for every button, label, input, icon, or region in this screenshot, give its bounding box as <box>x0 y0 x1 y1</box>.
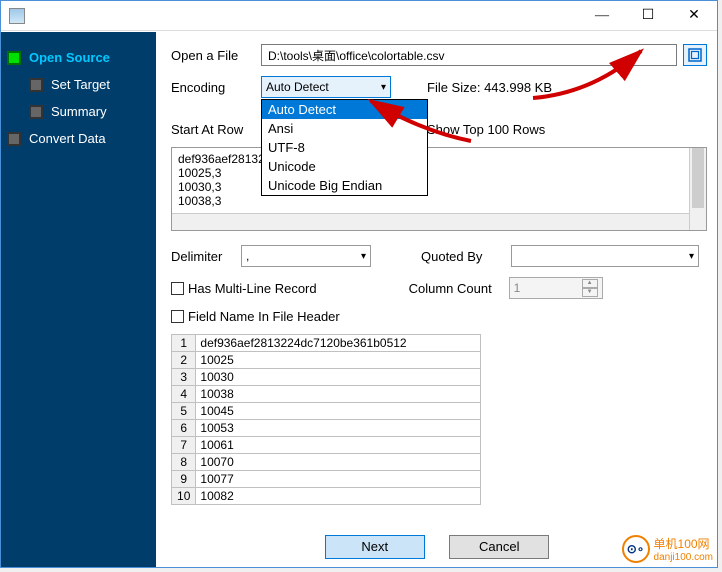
table-row[interactable]: 810070 <box>172 454 481 471</box>
open-file-label: Open a File <box>171 48 261 63</box>
delimiter-combo[interactable]: ,▾ <box>241 245 371 267</box>
table-row[interactable]: 1def936aef2813224dc7120be361b0512 <box>172 335 481 352</box>
column-count-label: Column Count <box>409 281 509 296</box>
nav-set-target[interactable]: Set Target <box>1 71 156 98</box>
cell[interactable]: 10077 <box>196 471 481 488</box>
watermark-logo-icon: ⊙∘ <box>622 535 650 563</box>
browse-button[interactable] <box>683 44 707 66</box>
cell[interactable]: 10025 <box>196 352 481 369</box>
wizard-sidebar: Open Source Set Target Summary Convert D… <box>1 32 156 567</box>
step-indicator-icon <box>7 132 21 146</box>
show-top-label: Show Top 100 Rows <box>427 122 545 137</box>
minimize-button[interactable]: — <box>579 1 625 31</box>
row-header: 8 <box>172 454 196 471</box>
close-button[interactable]: ✕ <box>671 1 717 31</box>
nav-summary[interactable]: Summary <box>1 98 156 125</box>
spin-up-icon[interactable]: ▲ <box>582 279 598 288</box>
row-header: 9 <box>172 471 196 488</box>
app-window: — ☐ ✕ Open Source Set Target Summary Con… <box>0 0 718 568</box>
vertical-scrollbar[interactable] <box>689 148 706 230</box>
row-header: 2 <box>172 352 196 369</box>
encoding-option[interactable]: Unicode Big Endian <box>262 176 427 195</box>
encoding-option[interactable]: Auto Detect <box>262 100 427 119</box>
encoding-option[interactable]: Ansi <box>262 119 427 138</box>
quoted-by-combo[interactable]: ▾ <box>511 245 699 267</box>
cell[interactable]: 10053 <box>196 420 481 437</box>
header-label: Field Name In File Header <box>188 309 340 324</box>
nav-convert-data[interactable]: Convert Data <box>1 125 156 152</box>
cell[interactable]: 10038 <box>196 386 481 403</box>
cell[interactable]: 10082 <box>196 488 481 505</box>
encoding-label: Encoding <box>171 80 261 95</box>
quoted-by-label: Quoted By <box>421 249 511 264</box>
column-count-spinner[interactable]: 1▲▼ <box>509 277 603 299</box>
table-row[interactable]: 410038 <box>172 386 481 403</box>
cell[interactable]: def936aef2813224dc7120be361b0512 <box>196 335 481 352</box>
cancel-button[interactable]: Cancel <box>449 535 549 559</box>
row-header: 3 <box>172 369 196 386</box>
watermark: ⊙∘ 单机100网danji100.com <box>622 535 713 563</box>
table-row[interactable]: 610053 <box>172 420 481 437</box>
step-indicator-icon <box>29 78 43 92</box>
start-row-label: Start At Row <box>171 122 261 137</box>
encoding-dropdown: Auto Detect Ansi UTF-8 Unicode Unicode B… <box>261 99 428 196</box>
row-header: 1 <box>172 335 196 352</box>
step-indicator-icon <box>7 51 21 65</box>
step-indicator-icon <box>29 105 43 119</box>
cell[interactable]: 10045 <box>196 403 481 420</box>
table-row[interactable]: 510045 <box>172 403 481 420</box>
multiline-checkbox[interactable] <box>171 282 184 295</box>
encoding-option[interactable]: Unicode <box>262 157 427 176</box>
row-header: 7 <box>172 437 196 454</box>
next-button[interactable]: Next <box>325 535 425 559</box>
encoding-option[interactable]: UTF-8 <box>262 138 427 157</box>
chevron-down-icon: ▾ <box>361 251 366 262</box>
nav-open-source[interactable]: Open Source <box>1 44 156 71</box>
encoding-combo[interactable]: Auto Detect▾ Auto Detect Ansi UTF-8 Unic… <box>261 76 391 98</box>
chevron-down-icon: ▾ <box>381 82 386 93</box>
browse-icon <box>688 48 702 62</box>
row-header: 10 <box>172 488 196 505</box>
cell[interactable]: 10061 <box>196 437 481 454</box>
multiline-label: Has Multi-Line Record <box>188 281 317 296</box>
preview-grid[interactable]: 1def936aef2813224dc7120be361b05122100253… <box>171 334 481 505</box>
table-row[interactable]: 710061 <box>172 437 481 454</box>
titlebar: — ☐ ✕ <box>1 1 717 31</box>
table-row[interactable]: 210025 <box>172 352 481 369</box>
cell[interactable]: 10030 <box>196 369 481 386</box>
chevron-down-icon: ▾ <box>689 251 694 262</box>
maximize-button[interactable]: ☐ <box>625 1 671 31</box>
file-path-input[interactable] <box>261 44 677 66</box>
content-pane: Open a File Encoding Auto Detect▾ Auto D… <box>157 32 717 567</box>
horizontal-scrollbar[interactable] <box>172 213 689 230</box>
header-checkbox[interactable] <box>171 310 184 323</box>
row-header: 5 <box>172 403 196 420</box>
table-row[interactable]: 1010082 <box>172 488 481 505</box>
cell[interactable]: 10070 <box>196 454 481 471</box>
table-row[interactable]: 310030 <box>172 369 481 386</box>
row-header: 6 <box>172 420 196 437</box>
delimiter-label: Delimiter <box>171 249 241 264</box>
spin-down-icon[interactable]: ▼ <box>582 288 598 297</box>
raw-preview-box[interactable]: def936aef281322 10025,3 10030,3 10038,3 <box>171 147 707 231</box>
table-row[interactable]: 910077 <box>172 471 481 488</box>
row-header: 4 <box>172 386 196 403</box>
file-size-label: File Size: 443.998 KB <box>427 80 552 95</box>
app-icon <box>9 8 25 24</box>
